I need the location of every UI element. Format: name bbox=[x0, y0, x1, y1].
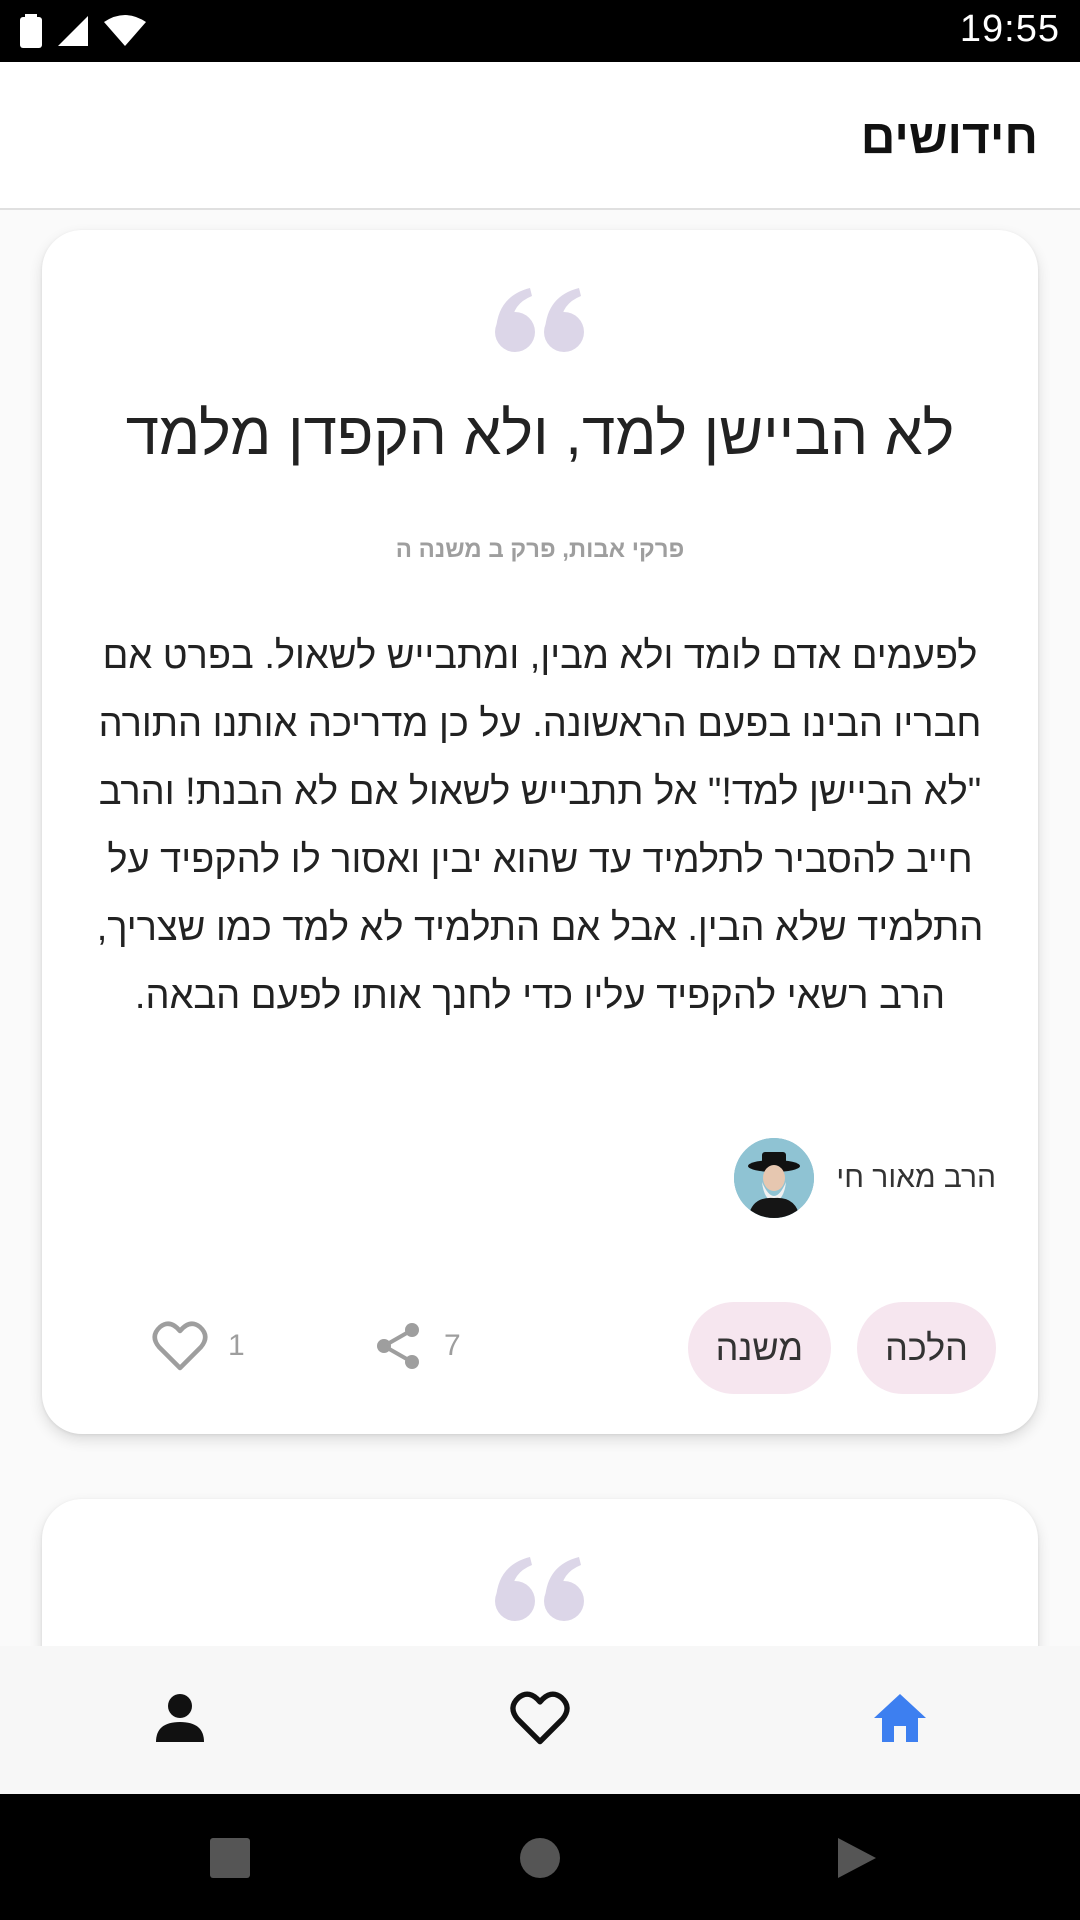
quote-card[interactable] bbox=[42, 1499, 1038, 1646]
avatar[interactable] bbox=[734, 1138, 815, 1218]
share-count: 7 bbox=[444, 1329, 461, 1362]
nav-favorites[interactable] bbox=[510, 1688, 570, 1748]
app-bar: חידושים bbox=[0, 62, 1080, 210]
home-icon bbox=[874, 1694, 926, 1742]
like-count: 1 bbox=[228, 1329, 245, 1362]
tag-chip[interactable]: משנה bbox=[687, 1302, 832, 1394]
rabbi-avatar-image bbox=[734, 1138, 815, 1218]
system-nav-bar bbox=[0, 1794, 1080, 1920]
quote-card[interactable]: לא הביישן למד, ולא הקפדן מלמד פרקי אבות,… bbox=[42, 230, 1038, 1434]
share-icon bbox=[377, 1323, 419, 1369]
status-time: 19:55 bbox=[959, 8, 1060, 50]
battery-icon bbox=[20, 14, 42, 48]
profile-icon bbox=[156, 1694, 204, 1742]
signal-icon bbox=[58, 16, 88, 46]
feed[interactable]: לא הביישן למד, ולא הקפדן מלמד פרקי אבות,… bbox=[0, 212, 1080, 1646]
author-name[interactable]: הרב מאור חי bbox=[836, 1161, 996, 1195]
wifi-icon bbox=[104, 15, 146, 46]
card-title: לא הביישן למד, ולא הקפדן מלמד bbox=[125, 400, 955, 467]
favorites-icon bbox=[510, 1691, 570, 1745]
nav-profile[interactable] bbox=[150, 1688, 210, 1748]
card-body: לפעמים אדם לומד ולא מבין, ומתבייש לשאול.… bbox=[96, 635, 984, 1017]
page-title: חידושים bbox=[860, 111, 1038, 164]
recents-button[interactable] bbox=[208, 1836, 252, 1880]
tag-chip[interactable]: הלכה bbox=[857, 1302, 996, 1394]
heart-outline-icon bbox=[152, 1321, 208, 1371]
quote-icon bbox=[495, 1557, 584, 1621]
bottom-nav bbox=[0, 1646, 1080, 1794]
tag-list: הלכה משנה bbox=[687, 1302, 996, 1394]
author[interactable]: הרב מאור חי bbox=[734, 1138, 996, 1218]
nav-home[interactable] bbox=[870, 1688, 930, 1748]
home-button[interactable] bbox=[518, 1836, 562, 1880]
like-button[interactable]: 1 bbox=[152, 1320, 245, 1372]
back-button[interactable] bbox=[834, 1836, 878, 1880]
share-button[interactable]: 7 bbox=[372, 1320, 461, 1372]
status-bar: 19:55 bbox=[0, 0, 1080, 62]
card-source: פרקי אבות, פרק ב משנה ה bbox=[395, 536, 685, 563]
quote-icon bbox=[495, 288, 584, 352]
